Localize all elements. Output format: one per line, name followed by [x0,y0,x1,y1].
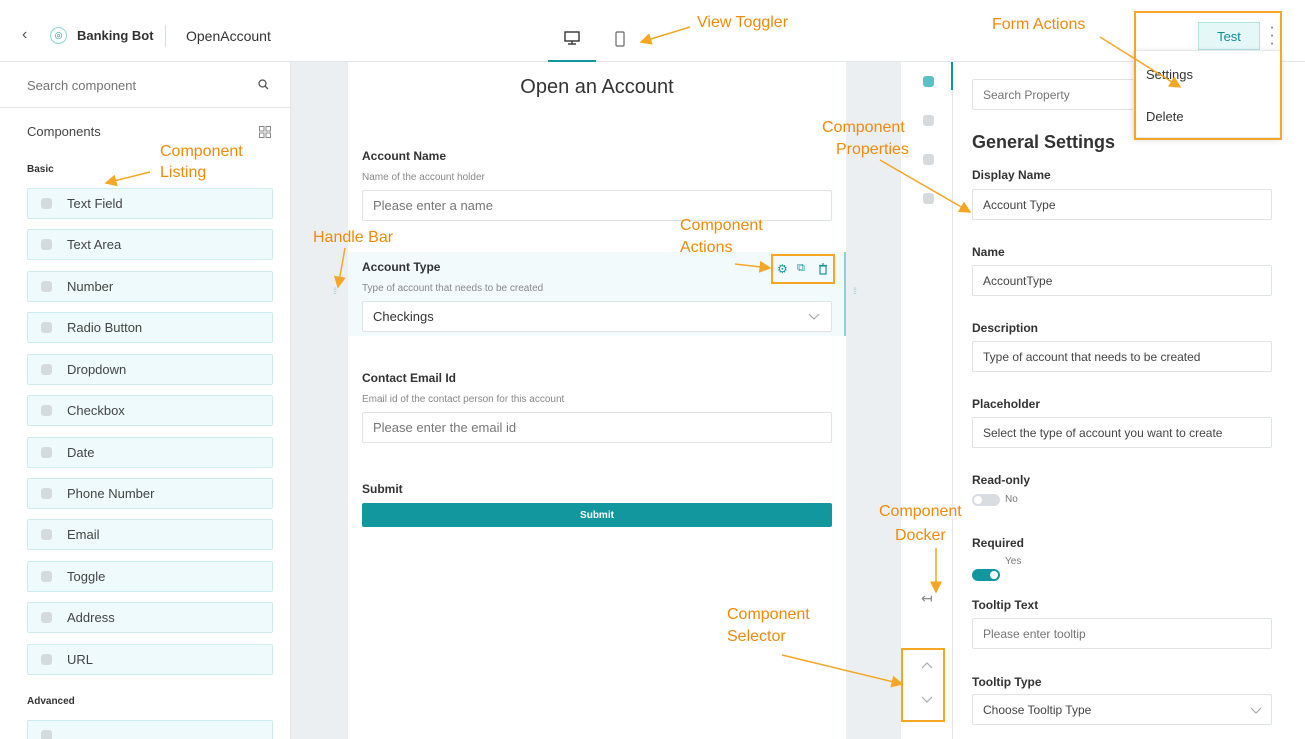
annotation-form-actions: Form Actions [992,16,1086,33]
annotation-component-actions-1: Component [680,217,763,234]
annotation-arrows [104,26,1182,688]
annotation-component-properties-2: Properties [836,141,909,158]
annotation-component-selector-1: Component [727,606,810,623]
annotation-component-listing-1: Component [160,143,243,160]
annotation-component-selector-2: Selector [727,628,786,645]
form-builder-screen: ‹ ◎ Banking Bot OpenAccount Test ··· Com… [0,0,1305,739]
annotation-component-actions-2: Actions [680,239,733,256]
annotation-component-properties-1: Component [822,119,905,136]
annotation-view-toggler: View Toggler [697,14,789,31]
annotation-component-docker-2: Docker [895,527,946,544]
annotation-component-docker-1: Component [879,503,962,520]
annotation-component-listing-2: Listing [160,164,207,181]
annotation-handle-bar: Handle Bar [313,229,394,246]
